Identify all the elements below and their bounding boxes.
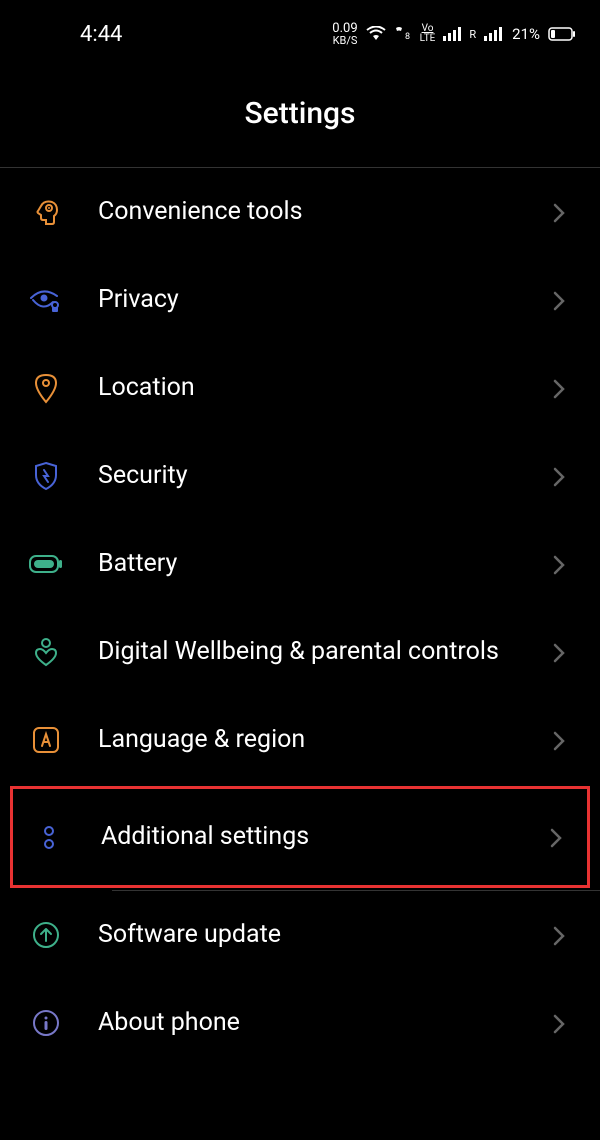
language-icon — [28, 722, 64, 758]
dots-icon — [31, 819, 67, 855]
chevron-right-icon — [552, 554, 572, 574]
volte-icon: Vo LTE — [420, 24, 436, 44]
status-time: 4:44 — [24, 22, 122, 47]
settings-item-about-phone[interactable]: About phone — [0, 979, 600, 1067]
header: Settings — [0, 56, 600, 167]
wellbeing-icon — [28, 634, 64, 670]
svg-text:8: 8 — [405, 32, 410, 42]
chevron-right-icon — [552, 730, 572, 750]
settings-item-software-update[interactable]: Software update — [0, 891, 600, 979]
settings-item-convenience-tools[interactable]: Convenience tools — [0, 168, 600, 256]
settings-item-label: Location — [98, 372, 552, 405]
location-icon — [28, 370, 64, 406]
settings-item-label: Digital Wellbeing & parental controls — [98, 636, 552, 669]
head-icon — [28, 194, 64, 230]
settings-item-label: Convenience tools — [98, 196, 552, 229]
chevron-right-icon — [552, 925, 572, 945]
chevron-right-icon — [552, 466, 572, 486]
chevron-right-icon — [552, 378, 572, 398]
status-bar: 4:44 0.09 KB/S 8 Vo LTE — [0, 0, 600, 56]
chevron-right-icon — [552, 290, 572, 310]
settings-item-label: Battery — [98, 548, 552, 581]
settings-list: Convenience tools Privacy Locatio — [0, 168, 600, 1067]
wifi-icon — [366, 26, 386, 42]
settings-item-label: Security — [98, 460, 552, 493]
update-icon — [28, 917, 64, 953]
settings-item-battery[interactable]: Battery — [0, 520, 600, 608]
settings-item-label: Additional settings — [101, 821, 549, 854]
settings-item-digital-wellbeing[interactable]: Digital Wellbeing & parental controls — [0, 608, 600, 696]
signal-icon-1 — [443, 27, 461, 41]
chevron-right-icon — [552, 202, 572, 222]
shield-icon — [28, 458, 64, 494]
status-indicators: 0.09 KB/S 8 Vo LTE R — [332, 22, 576, 46]
settings-item-privacy[interactable]: Privacy — [0, 256, 600, 344]
chevron-right-icon — [552, 642, 572, 662]
settings-item-label: Privacy — [98, 284, 552, 317]
settings-item-language-region[interactable]: Language & region — [0, 696, 600, 784]
roaming-indicator: R — [469, 28, 476, 41]
settings-item-label: About phone — [98, 1007, 552, 1040]
battery-percentage: 21% — [512, 25, 540, 43]
settings-item-security[interactable]: Security — [0, 432, 600, 520]
signal-icon-2 — [484, 27, 502, 41]
chevron-right-icon — [552, 1013, 572, 1033]
battery-icon — [548, 27, 576, 41]
wifi-call-icon: 8 — [394, 26, 412, 42]
settings-item-label: Language & region — [98, 724, 552, 757]
chevron-right-icon — [549, 827, 569, 847]
battery-rect-icon — [28, 546, 64, 582]
info-icon — [28, 1005, 64, 1041]
page-title: Settings — [0, 96, 600, 131]
privacy-icon — [28, 282, 64, 318]
data-rate-indicator: 0.09 KB/S — [332, 22, 357, 46]
settings-item-label: Software update — [98, 919, 552, 952]
settings-item-location[interactable]: Location — [0, 344, 600, 432]
settings-item-additional-settings[interactable]: Additional settings — [10, 786, 590, 888]
